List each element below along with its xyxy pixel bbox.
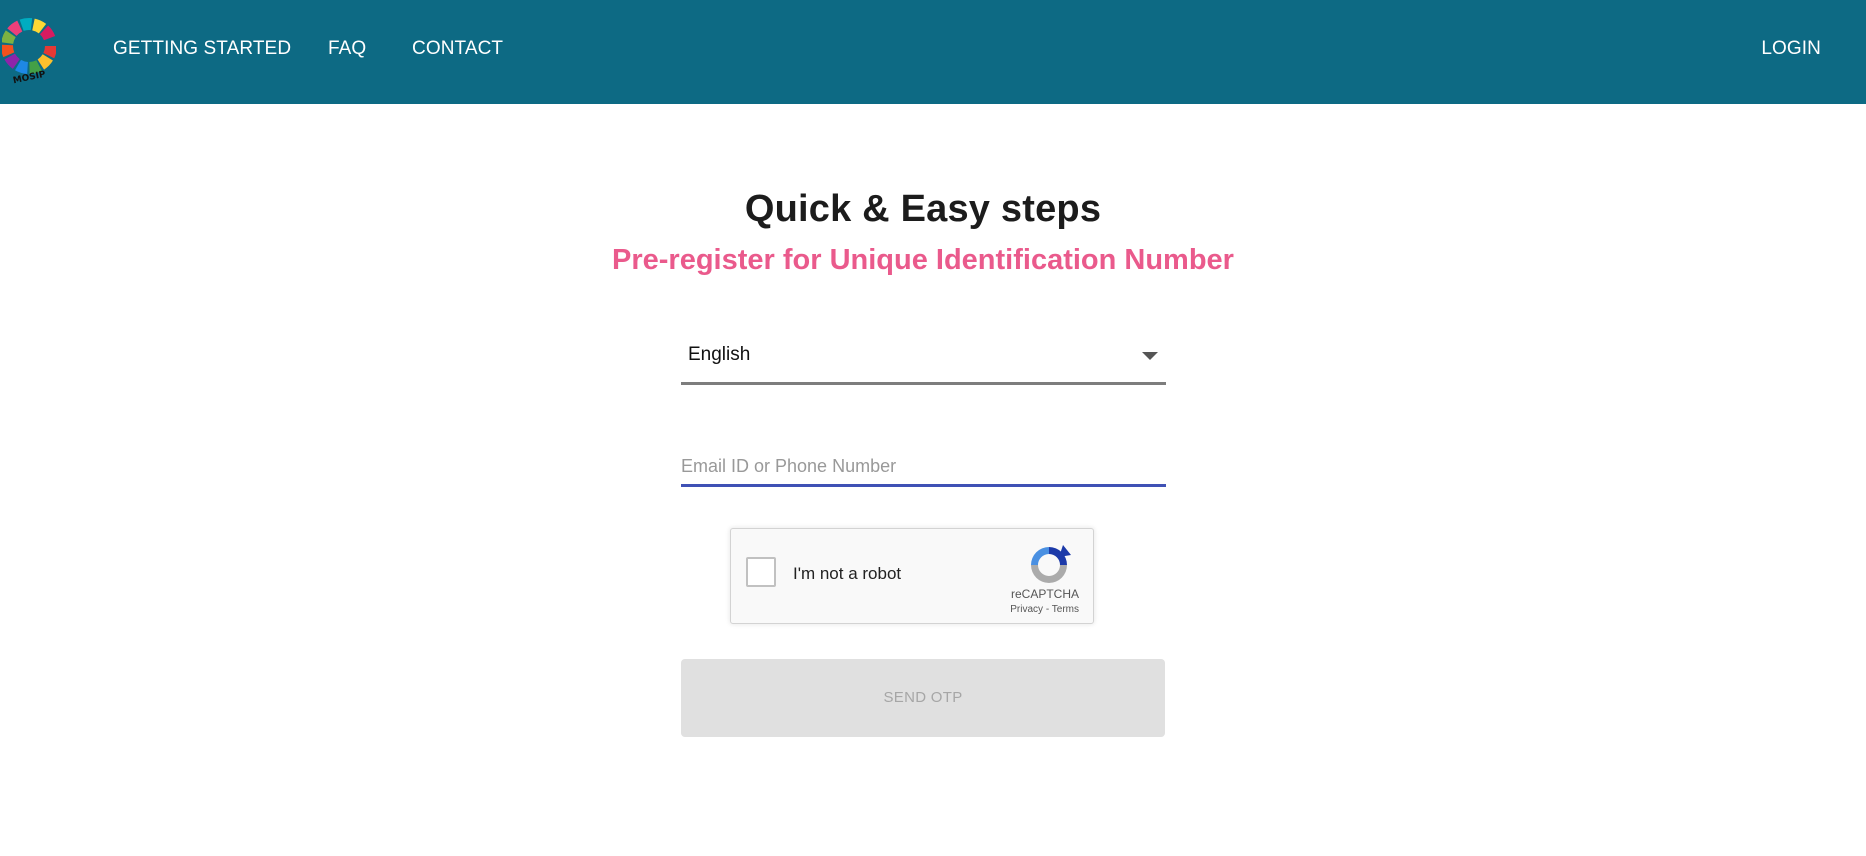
recaptcha-privacy-link[interactable]: Privacy bbox=[1010, 604, 1043, 615]
recaptcha-brand: reCAPTCHA bbox=[1010, 587, 1079, 601]
nav-contact[interactable]: CONTACT bbox=[412, 38, 503, 60]
recaptcha-logo-icon bbox=[1031, 545, 1071, 583]
recaptcha-link-separator: - bbox=[1045, 604, 1050, 615]
email-phone-input[interactable] bbox=[681, 448, 1166, 487]
page-subtitle: Pre-register for Unique Identification N… bbox=[612, 244, 1234, 276]
language-select-value: English bbox=[688, 344, 751, 365]
language-select[interactable]: English bbox=[681, 336, 1166, 385]
recaptcha-widget: I'm not a robot reCAPTCHA Privacy - Term… bbox=[730, 528, 1094, 624]
page-title: Quick & Easy steps bbox=[744, 188, 1102, 230]
nav-faq[interactable]: FAQ bbox=[328, 38, 366, 60]
send-otp-button[interactable]: SEND OTP bbox=[681, 659, 1165, 737]
top-navigation-bar: MOSIP GETTING STARTED FAQ CONTACT LOGIN bbox=[0, 0, 1866, 104]
recaptcha-checkbox[interactable] bbox=[746, 557, 776, 587]
recaptcha-label: I'm not a robot bbox=[793, 564, 902, 583]
mosip-logo[interactable]: MOSIP bbox=[2, 18, 56, 84]
nav-getting-started[interactable]: GETTING STARTED bbox=[113, 38, 291, 60]
dropdown-arrow-icon bbox=[1142, 352, 1158, 360]
recaptcha-links: Privacy - Terms bbox=[1010, 604, 1079, 615]
recaptcha-terms-link[interactable]: Terms bbox=[1052, 604, 1079, 615]
mosip-logo-icon: MOSIP bbox=[2, 18, 56, 84]
nav-login[interactable]: LOGIN bbox=[1761, 38, 1821, 60]
